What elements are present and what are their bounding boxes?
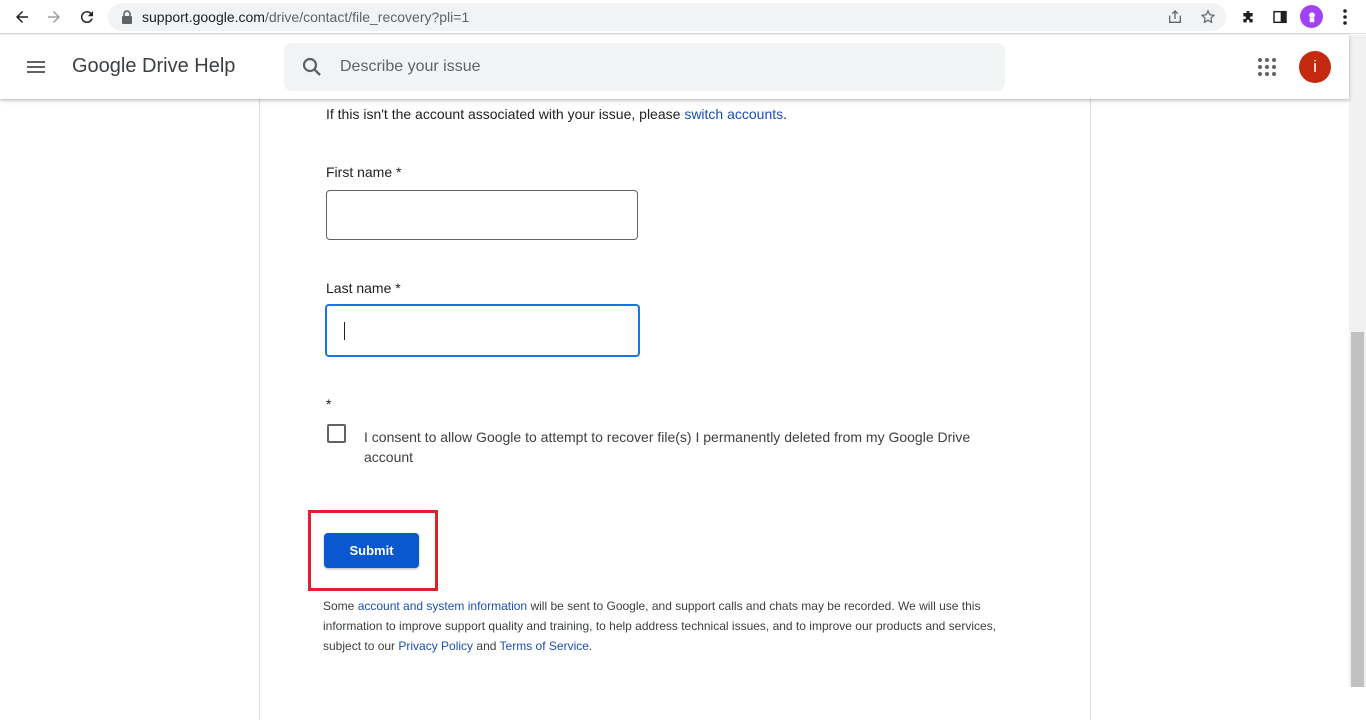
browser-toolbar: support.google.com/drive/contact/file_re… [0, 0, 1366, 34]
back-icon[interactable] [9, 4, 35, 30]
app-title[interactable]: Google Drive Help [72, 55, 235, 78]
url-path: /drive/contact/file_recovery?pli=1 [264, 9, 470, 25]
account-info-link[interactable]: account and system information [358, 599, 527, 613]
switch-accounts-link[interactable]: switch accounts [684, 106, 783, 122]
account-notice: If this isn't the account associated wit… [326, 106, 787, 122]
star-icon[interactable] [1199, 8, 1217, 26]
main-menu-icon[interactable] [24, 55, 48, 79]
last-name-label: Last name * [326, 280, 401, 296]
scrollbar-thumb[interactable] [1351, 332, 1364, 687]
more-icon[interactable] [1333, 5, 1357, 29]
page-scrollbar[interactable] [1349, 35, 1366, 687]
forward-icon[interactable] [41, 4, 67, 30]
privacy-policy-link[interactable]: Privacy Policy [398, 639, 473, 653]
disclaimer-text-1: Some [323, 599, 358, 613]
submit-button[interactable]: Submit [324, 533, 419, 568]
extensions-icon[interactable] [1236, 5, 1260, 29]
address-bar[interactable]: support.google.com/drive/contact/file_re… [108, 3, 1226, 31]
account-notice-text: If this isn't the account associated wit… [326, 106, 685, 122]
form-card: If this isn't the account associated wit… [259, 60, 1091, 720]
url-text: support.google.com/drive/contact/file_re… [142, 9, 469, 25]
consent-label[interactable]: I consent to allow Google to attempt to … [364, 427, 1014, 467]
first-name-label: First name * [326, 164, 402, 180]
disclaimer-text-3: and [473, 639, 500, 653]
search-icon[interactable] [300, 55, 324, 79]
google-apps-icon[interactable] [1255, 55, 1279, 79]
url-host: support.google.com [142, 9, 265, 25]
account-avatar[interactable]: i [1299, 51, 1331, 83]
lock-icon[interactable] [118, 8, 136, 26]
search-box[interactable] [284, 43, 1005, 91]
account-notice-end: . [783, 106, 788, 122]
profile-icon[interactable] [1300, 5, 1323, 28]
consent-checkbox[interactable] [327, 424, 346, 443]
share-icon[interactable] [1166, 8, 1184, 26]
reload-icon[interactable] [74, 4, 100, 30]
privacy-disclaimer: Some account and system information will… [323, 596, 1033, 656]
disclaimer-text-4: . [588, 639, 593, 653]
terms-of-service-link[interactable]: Terms of Service [500, 639, 589, 653]
text-cursor [344, 322, 345, 340]
side-panel-icon[interactable] [1268, 5, 1292, 29]
first-name-field[interactable] [326, 190, 638, 240]
search-input[interactable] [340, 43, 980, 91]
last-name-field[interactable] [325, 304, 640, 357]
required-mark: * [326, 396, 332, 412]
app-header: Google Drive Help i [0, 35, 1349, 99]
